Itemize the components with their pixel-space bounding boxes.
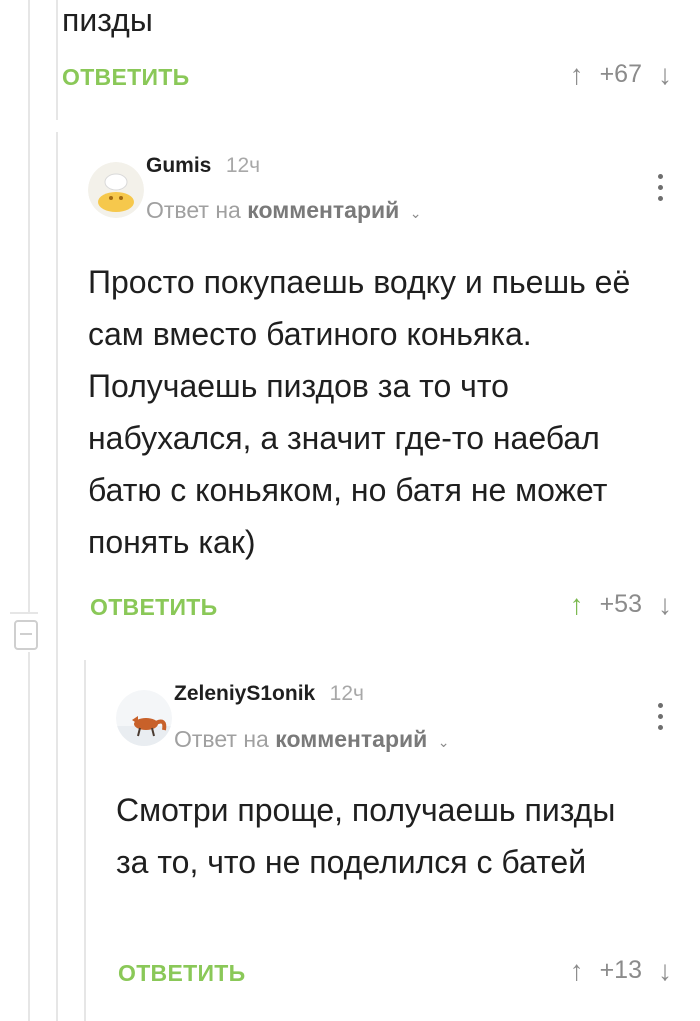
collapse-thread-button[interactable] (14, 620, 38, 650)
top-comment-reply-button[interactable]: ОТВЕТИТЬ (62, 64, 189, 91)
username[interactable]: ZeleniyS1onik (174, 682, 315, 705)
top-comment-vote: ↑ +67 ↓ (570, 60, 672, 89)
comment-1-header: Gumis 12ч (146, 154, 260, 178)
upvote-icon[interactable]: ↑ (570, 590, 584, 619)
comment-2-reply-button[interactable]: ОТВЕТИТЬ (118, 960, 245, 987)
score-value: +53 (599, 590, 642, 618)
top-comment-text: пизды (62, 2, 153, 38)
timestamp: 12ч (329, 682, 364, 705)
reply-to-prefix: Ответ на (174, 726, 269, 752)
comment-1-reply-to: Ответ на комментарий ⌄ (146, 197, 421, 224)
avatar-gumis[interactable] (88, 162, 144, 218)
comment-2-vote: ↑ +13 ↓ (570, 956, 672, 985)
timestamp: 12ч (225, 154, 261, 177)
score-value: +13 (599, 956, 642, 984)
fox-avatar-icon (116, 690, 172, 746)
collapse-connector (10, 612, 38, 614)
upvote-icon[interactable]: ↑ (570, 60, 584, 89)
thread-line-root (28, 0, 30, 612)
reply-to-link[interactable]: комментарий (247, 197, 399, 223)
chef-avatar-icon (88, 162, 144, 218)
thread-line-level1 (56, 0, 58, 120)
comment-2-header: ZeleniyS1onik 12ч (174, 682, 364, 706)
thread-line-level3 (84, 660, 86, 1021)
comment-1-text: Просто покупаешь водку и пьешь её сам вм… (88, 264, 631, 560)
upvote-icon[interactable]: ↑ (570, 956, 584, 985)
username[interactable]: Gumis (146, 154, 211, 177)
chevron-down-icon[interactable]: ⌄ (410, 205, 422, 221)
comment-1-more-icon[interactable] (658, 174, 664, 201)
comment-1-reply-button[interactable]: ОТВЕТИТЬ (90, 594, 217, 621)
avatar-zeleniys1onik[interactable] (116, 690, 172, 746)
downvote-icon[interactable]: ↓ (658, 590, 672, 619)
thread-line-level2 (56, 132, 58, 1021)
comment-2-text: Смотри проще, получаешь пизды за то, что… (116, 792, 616, 880)
chevron-down-icon[interactable]: ⌄ (438, 734, 450, 750)
comment-2-reply-to: Ответ на комментарий ⌄ (174, 726, 449, 753)
reply-to-link[interactable]: комментарий (275, 726, 427, 752)
score-value: +67 (599, 60, 642, 88)
downvote-icon[interactable]: ↓ (658, 956, 672, 985)
comment-2-more-icon[interactable] (658, 703, 664, 730)
downvote-icon[interactable]: ↓ (658, 60, 672, 89)
thread-line-root-lower (28, 652, 30, 1021)
comment-1-vote: ↑ +53 ↓ (570, 590, 672, 619)
reply-to-prefix: Ответ на (146, 197, 241, 223)
